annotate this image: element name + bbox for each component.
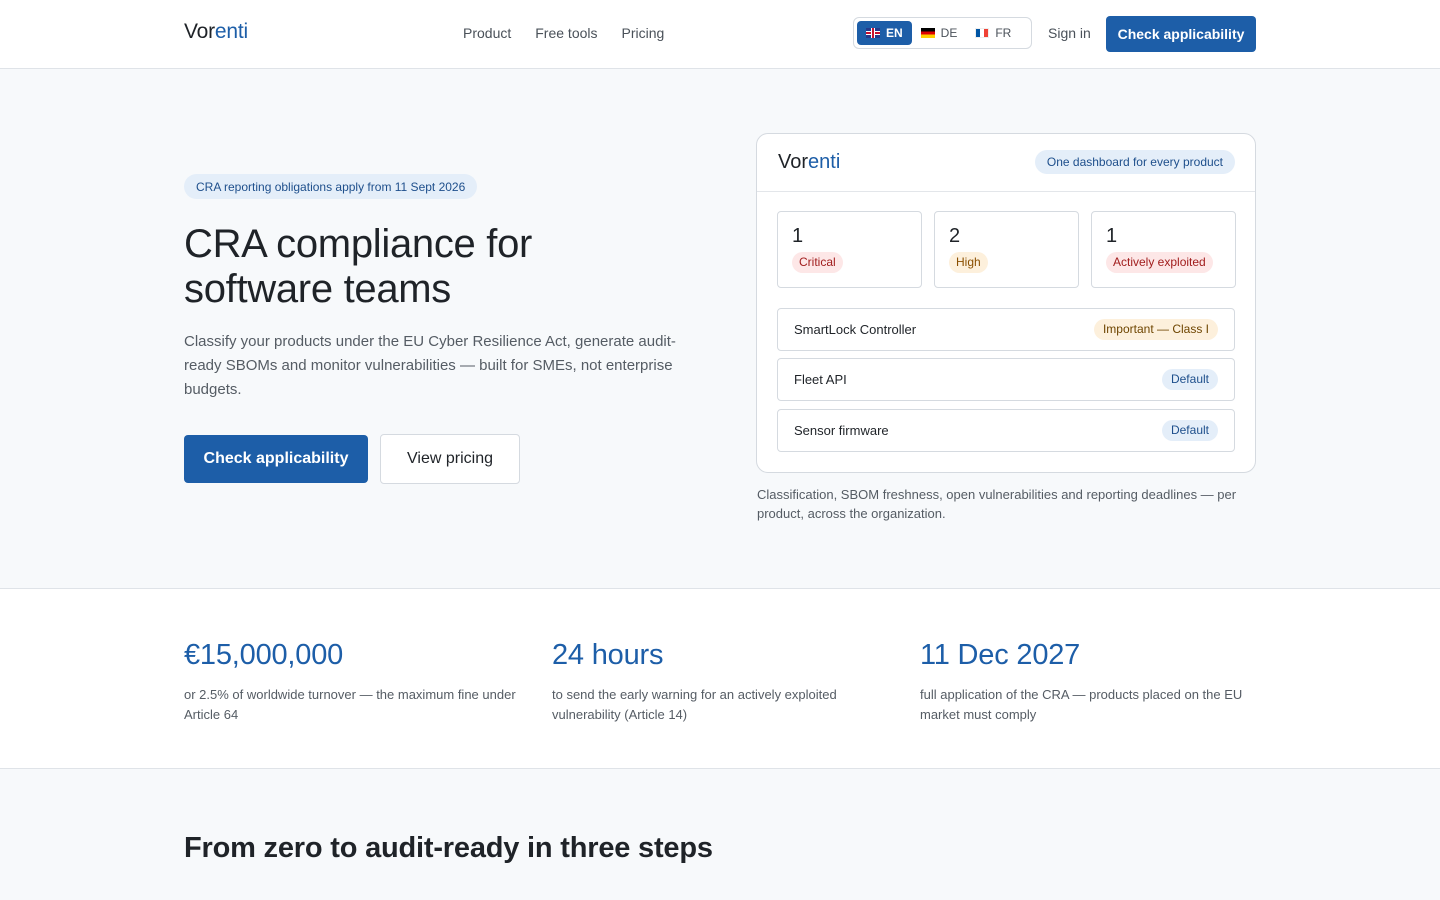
fr-flag-icon [975, 28, 990, 38]
announcement-pill: CRA reporting obligations apply from 11 … [184, 174, 478, 199]
classification-tag: Important — Class I [1093, 319, 1218, 340]
logo[interactable]: Vorenti [184, 20, 248, 44]
fact-value: €15,000,000 [184, 639, 344, 671]
dashboard-preview-card: Vorenti One dashboard for every product … [756, 133, 1256, 473]
stat-value: 1 [792, 225, 804, 247]
language-code: FR [995, 26, 1012, 40]
logo-text-dark: Vor [778, 151, 809, 173]
product-row: Fleet API Default [777, 358, 1235, 401]
product-row: Sensor firmware Default [777, 409, 1235, 452]
fact-full-application: 11 Dec 2027 full application of the CRA … [920, 637, 1260, 725]
stat-card-high: 2 High [934, 211, 1079, 288]
top-navigation-bar: Vorenti Product Free tools Pricing EN DE… [0, 0, 1440, 69]
check-applicability-button[interactable]: Check applicability [184, 435, 368, 483]
logo-text-accent: enti [214, 20, 248, 43]
fact-value: 24 hours [552, 639, 664, 671]
hero-subtitle: Classify your products under the EU Cybe… [184, 333, 676, 398]
view-pricing-button[interactable]: View pricing [380, 434, 520, 484]
stat-value: 2 [949, 225, 961, 247]
severity-badge-critical: Critical [792, 252, 843, 273]
language-option-en[interactable]: EN [857, 21, 912, 45]
steps-section-title: From zero to audit-ready in three steps [184, 832, 713, 864]
logo-text-accent: enti [808, 151, 841, 173]
language-option-fr[interactable]: FR [966, 21, 1020, 45]
fact-value: 11 Dec 2027 [920, 639, 1081, 671]
main-nav: Product Free tools Pricing [463, 25, 664, 41]
language-switcher: EN DE FR [853, 17, 1032, 49]
product-row: SmartLock Controller Important — Class I [777, 308, 1235, 351]
uk-flag-icon [866, 28, 880, 38]
fact-description: full application of the CRA — products p… [920, 687, 1243, 722]
product-name: Fleet API [794, 372, 847, 387]
key-facts-section: €15,000,000 or 2.5% of worldwide turnove… [0, 588, 1440, 769]
de-flag-icon [920, 28, 935, 38]
fact-description: or 2.5% of worldwide turnover — the maxi… [184, 687, 516, 722]
vulnerability-stats: 1 Critical 2 High 1 Actively exploited [777, 211, 1236, 288]
dashboard-header: Vorenti One dashboard for every product [757, 134, 1255, 192]
stat-card-actively-exploited: 1 Actively exploited [1091, 211, 1236, 288]
language-code: DE [940, 26, 958, 40]
fact-max-fine: €15,000,000 or 2.5% of worldwide turnove… [184, 637, 524, 725]
language-code: EN [886, 26, 903, 40]
stat-value: 1 [1106, 225, 1118, 247]
dashboard-logo: Vorenti [778, 151, 840, 174]
header-check-applicability-button[interactable]: Check applicability [1106, 16, 1256, 52]
fact-early-warning: 24 hours to send the early warning for a… [552, 637, 892, 725]
product-name: Sensor firmware [794, 423, 889, 438]
hero-title: CRA compliance for software teams [184, 222, 533, 311]
classification-tag: Default [1161, 420, 1218, 441]
nav-link-pricing[interactable]: Pricing [622, 25, 665, 41]
fact-description: to send the early warning for an activel… [552, 687, 837, 722]
product-name: SmartLock Controller [794, 322, 917, 337]
dashboard-caption: Classification, SBOM freshness, open vul… [757, 487, 1237, 521]
classification-tag: Default [1161, 369, 1218, 390]
language-option-de[interactable]: DE [912, 21, 967, 45]
logo-text-dark: Vor [184, 20, 215, 43]
nav-link-free-tools[interactable]: Free tools [535, 25, 597, 41]
severity-badge-exploited: Actively exploited [1106, 252, 1213, 273]
dashboard-pill: One dashboard for every product [1034, 150, 1235, 174]
sign-in-link[interactable]: Sign in [1048, 25, 1091, 41]
stat-card-critical: 1 Critical [777, 211, 922, 288]
nav-link-product[interactable]: Product [463, 25, 511, 41]
severity-badge-high: High [949, 252, 988, 273]
